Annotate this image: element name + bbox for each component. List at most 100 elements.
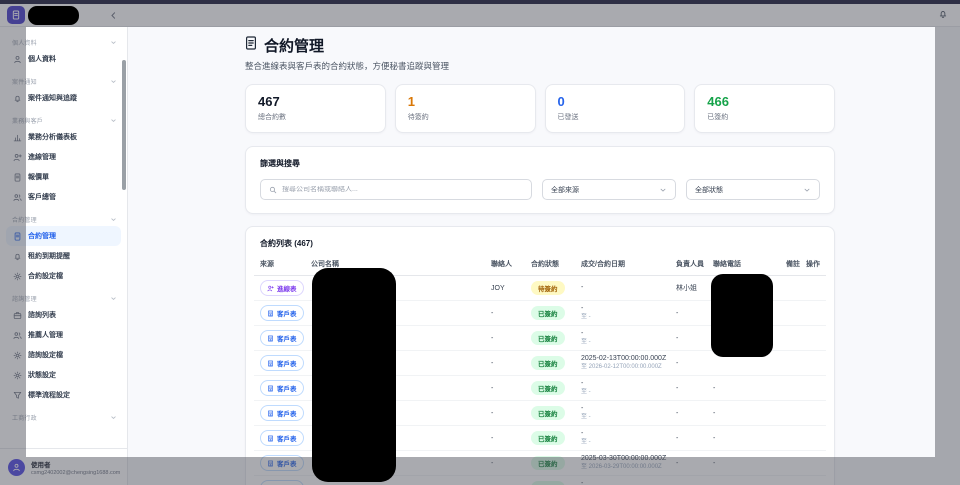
source-badge: 客戶表 (260, 405, 304, 421)
notifications-bell-button[interactable] (936, 8, 949, 21)
stat-label: 待簽約 (407, 114, 429, 121)
table-title: 合約列表 (467) (260, 239, 313, 248)
filter-title: 篩選與搜尋 (260, 159, 300, 168)
phone-cell: - (713, 384, 716, 392)
page-title: 合約管理 (264, 38, 325, 55)
stat-value: 467 (258, 94, 280, 109)
owner-cell: - (676, 434, 679, 442)
sidebar-item[interactable]: 合約設定檔 (6, 266, 121, 286)
phone-cell: - (713, 409, 716, 417)
search-icon (269, 181, 277, 199)
person-icon (13, 55, 22, 64)
source-select[interactable]: 全部來源 (542, 179, 676, 200)
sidebar-item-label: 推薦人管理 (28, 332, 63, 339)
sidebar-item[interactable]: 進線管理 (6, 147, 121, 167)
chevron-down-icon (110, 295, 117, 302)
user-area[interactable]: 使用者 csmg2402002@chengsing1688.com (0, 448, 127, 485)
sidebar-item[interactable]: 個人資料 (6, 49, 121, 69)
owner-cell: - (676, 409, 679, 417)
bell-icon (13, 94, 22, 103)
stats-row: 467 總合約數 1 待簽約 0 已發送 466 已簽約 (245, 84, 835, 133)
date-cell: -至 - (581, 330, 591, 345)
sidebar-item[interactable]: 諮詢設定檔 (6, 345, 121, 365)
source-badge: 客戶表 (260, 355, 304, 371)
page-subtitle: 整合進線表與客戶表的合約狀態，方便秘書追蹤與管理 (245, 61, 450, 71)
sidebar-scrollbar[interactable] (122, 60, 126, 190)
sidebar-item-label: 諮詢設定檔 (28, 352, 63, 359)
date-cell: 2025-02-13T00:00:00.000Z 至 2026-02-12T00:… (581, 355, 667, 370)
owner-cell: - (676, 359, 679, 367)
column-header: 操作 (806, 261, 820, 268)
sidebar-item[interactable]: 合約管理 (6, 226, 121, 246)
sidebar-item[interactable]: 諮詢列表 (6, 305, 121, 325)
people-icon (13, 193, 22, 202)
stat-card: 0 已發送 (544, 84, 686, 133)
sidebar-item[interactable]: 案件通知與追蹤 (6, 88, 121, 108)
sidebar-nav: 個人資料 個人資料 案件通知 案件通知與追蹤 業務與客戶 業務分析儀表板 進線管… (0, 27, 127, 424)
topbar (0, 4, 960, 27)
sidebar-section-header[interactable]: 工商行政 (0, 410, 127, 424)
column-header: 來源 (260, 261, 274, 268)
sidebar-collapse-button[interactable] (107, 9, 120, 22)
sidebar-section: 工商行政 (0, 410, 127, 424)
redaction-app-name (28, 6, 79, 25)
filter-card: 篩選與搜尋 全部來源 全部狀態 (245, 146, 835, 214)
chevron-down-icon (110, 117, 117, 124)
sidebar-item[interactable]: 狀態設定 (6, 365, 121, 385)
contact-cell: - (491, 359, 494, 367)
sidebar-section-header[interactable]: 合約管理 (0, 212, 127, 226)
date-cell: -至 - (581, 480, 584, 485)
date-cell: -至 - (581, 405, 591, 420)
sidebar-item[interactable]: 推薦人管理 (6, 325, 121, 345)
briefcase-icon (13, 311, 22, 320)
source-badge: 客戶表 (260, 330, 304, 346)
sidebar-section-header[interactable]: 諮詢管理 (0, 291, 127, 305)
owner-cell: - (676, 384, 679, 392)
building-icon (267, 435, 274, 442)
source-badge: 客戶表 (260, 455, 304, 471)
status-badge: 已簽約 (531, 481, 565, 485)
chevron-down-icon (110, 78, 117, 85)
chevron-down-icon (110, 39, 117, 46)
stat-value: 1 (407, 94, 415, 109)
status-badge: 已簽約 (531, 406, 565, 420)
status-select[interactable]: 全部狀態 (686, 179, 820, 200)
column-header: 成交/合約日期 (581, 261, 625, 268)
stat-card: 1 待簽約 (394, 84, 536, 133)
sidebar-item-label: 諮詢列表 (28, 312, 56, 319)
sidebar-item[interactable]: 標準流程設定 (6, 385, 121, 405)
chevron-down-icon (803, 186, 811, 194)
sidebar-section: 合約管理 合約管理 租約到期提醒 合約設定檔 (0, 212, 127, 286)
sidebar-section-label: 案件通知 (12, 79, 37, 86)
sidebar-section-header[interactable]: 業務與客戶 (0, 113, 127, 127)
status-badge: 已簽約 (531, 306, 565, 320)
owner-cell: - (676, 309, 679, 317)
sidebar-section: 業務與客戶 業務分析儀表板 進線管理 報價單 客戶總管 (0, 113, 127, 207)
search-box (260, 179, 532, 200)
app-window: 個人資料 個人資料 案件通知 案件通知與追蹤 業務與客戶 業務分析儀表板 進線管… (0, 0, 960, 485)
sidebar-item[interactable]: 客戶總管 (6, 187, 121, 207)
column-header: 負責人員 (676, 261, 704, 268)
sidebar-item-label: 業務分析儀表板 (28, 134, 77, 141)
document-icon (13, 231, 22, 241)
column-header: 備註 (786, 261, 800, 268)
source-select-value: 全部來源 (551, 186, 579, 194)
contact-cell: - (491, 309, 494, 317)
source-badge: 進線表 (260, 280, 304, 296)
sidebar-section-header[interactable]: 個人資料 (0, 35, 127, 49)
search-input[interactable] (282, 186, 523, 193)
sidebar-section-header[interactable]: 案件通知 (0, 74, 127, 88)
sidebar-item[interactable]: 報價單 (6, 167, 121, 187)
date-cell: - (581, 283, 584, 291)
stat-value: 466 (707, 94, 729, 109)
sidebar-item[interactable]: 租約到期提醒 (6, 246, 121, 266)
contact-cell: - (491, 459, 494, 467)
gear-icon (13, 272, 22, 281)
sidebar-item[interactable]: 業務分析儀表板 (6, 127, 121, 147)
contact-cell: JOY (491, 284, 505, 292)
contact-cell: - (491, 409, 494, 417)
bell-icon (938, 7, 948, 22)
sidebar-section-label: 業務與客戶 (12, 118, 44, 125)
column-header: 合約狀態 (531, 261, 559, 268)
status-badge: 已簽約 (531, 356, 565, 370)
